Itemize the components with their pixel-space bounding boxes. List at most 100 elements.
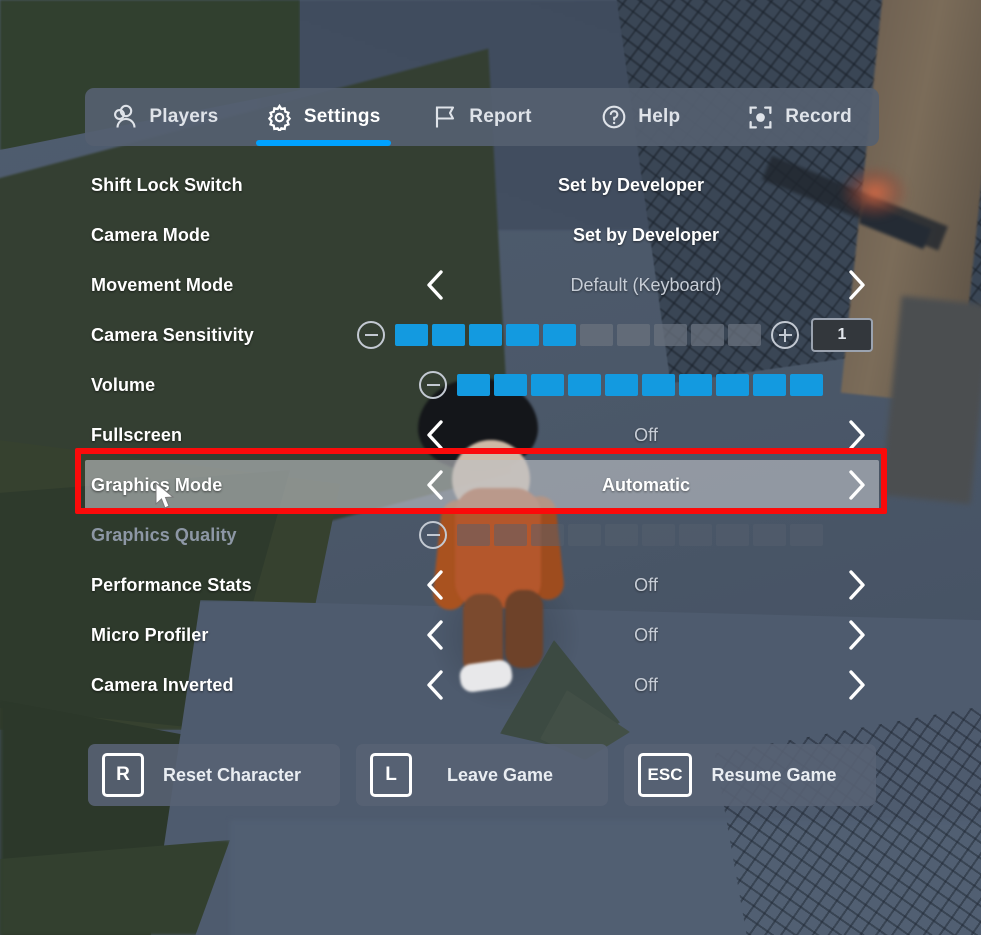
slider-step[interactable] bbox=[654, 324, 687, 346]
active-tab-indicator bbox=[255, 140, 391, 146]
game-screen: Players Settings Report Help Record Shif… bbox=[0, 0, 981, 935]
setting-label: Shift Lock Switch bbox=[91, 174, 243, 195]
previous-option-arrow[interactable] bbox=[419, 418, 453, 452]
tab-label: Players bbox=[149, 106, 219, 127]
slider-step[interactable] bbox=[395, 324, 428, 346]
slider-step[interactable] bbox=[432, 324, 465, 346]
slider-step[interactable] bbox=[605, 374, 638, 396]
previous-option-arrow[interactable] bbox=[419, 568, 453, 602]
slider-step[interactable] bbox=[617, 324, 650, 346]
slider-step[interactable] bbox=[716, 524, 749, 546]
menu-action-bar: R Reset Character L Leave Game ESC Resume Gam… bbox=[85, 744, 879, 806]
slider-step[interactable] bbox=[753, 524, 786, 546]
setting-control: Off bbox=[419, 560, 873, 610]
slider-step[interactable] bbox=[506, 324, 539, 346]
slider-step[interactable] bbox=[543, 324, 576, 346]
setting-label: Volume bbox=[91, 374, 156, 395]
tab-label: Help bbox=[638, 106, 681, 127]
settings-menu: Players Settings Report Help Record Shif… bbox=[85, 88, 879, 806]
setting-label: Movement Mode bbox=[91, 274, 234, 295]
setting-row-movement-mode[interactable]: Movement Mode Default (Keyboard) bbox=[85, 260, 879, 310]
action-label: Reset Character bbox=[162, 764, 302, 785]
tab-help[interactable]: Help bbox=[561, 88, 720, 146]
slider-step[interactable] bbox=[716, 374, 749, 396]
setting-row-fullscreen[interactable]: Fullscreen Off bbox=[85, 410, 879, 460]
setting-control: Automatic bbox=[419, 460, 873, 510]
next-option-arrow[interactable] bbox=[839, 468, 873, 502]
reset-character-button[interactable]: R Reset Character bbox=[88, 744, 340, 806]
setting-row-performance-stats[interactable]: Performance Stats Off bbox=[85, 560, 879, 610]
setting-control: Set by Developer bbox=[419, 210, 873, 260]
setting-row-camera-inverted[interactable]: Camera Inverted Off bbox=[85, 660, 879, 710]
tab-settings[interactable]: Settings bbox=[244, 88, 403, 146]
setting-row-graphics-mode[interactable]: Graphics Mode Automatic bbox=[85, 460, 879, 510]
resume-game-button[interactable]: ESC Resume Game bbox=[624, 744, 876, 806]
leave-game-button[interactable]: L Leave Game bbox=[356, 744, 608, 806]
settings-list: Shift Lock Switch Set by Developer Camera … bbox=[85, 160, 879, 710]
slider-step[interactable] bbox=[469, 324, 502, 346]
setting-label: Micro Profiler bbox=[91, 624, 209, 645]
menu-tab-bar: Players Settings Report Help Record bbox=[85, 88, 879, 146]
setting-row-camera-sensitivity[interactable]: Camera Sensitivity 1 bbox=[85, 310, 879, 360]
setting-row-graphics-quality: Graphics Quality bbox=[85, 510, 879, 560]
slider-step[interactable] bbox=[691, 324, 724, 346]
next-option-arrow[interactable] bbox=[839, 568, 873, 602]
setting-value: Off bbox=[634, 624, 658, 645]
decrease-button[interactable] bbox=[357, 321, 385, 349]
setting-row-shift-lock-switch[interactable]: Shift Lock Switch Set by Developer bbox=[85, 160, 879, 210]
slider-step[interactable] bbox=[728, 324, 761, 346]
slider-step[interactable] bbox=[531, 374, 564, 396]
next-option-arrow[interactable] bbox=[839, 418, 873, 452]
keycap-r: R bbox=[102, 753, 144, 797]
setting-control: Default (Keyboard) bbox=[419, 260, 873, 310]
slider-step[interactable] bbox=[494, 524, 527, 546]
slider-step[interactable] bbox=[605, 524, 638, 546]
gear-icon bbox=[266, 103, 293, 131]
tab-record[interactable]: Record bbox=[720, 88, 879, 146]
setting-value: Default (Keyboard) bbox=[570, 274, 722, 295]
setting-value-input[interactable]: 1 bbox=[811, 318, 873, 352]
setting-control bbox=[419, 510, 873, 560]
decrease-button[interactable] bbox=[419, 371, 447, 399]
previous-option-arrow[interactable] bbox=[419, 618, 453, 652]
slider-step[interactable] bbox=[679, 374, 712, 396]
next-option-arrow[interactable] bbox=[839, 668, 873, 702]
question-circle-icon bbox=[601, 104, 627, 130]
next-option-arrow[interactable] bbox=[839, 268, 873, 302]
setting-value: Off bbox=[634, 674, 658, 695]
slider-step[interactable] bbox=[679, 524, 712, 546]
setting-row-camera-mode[interactable]: Camera Mode Set by Developer bbox=[85, 210, 879, 260]
slider-step[interactable] bbox=[642, 374, 675, 396]
slider-step[interactable] bbox=[580, 324, 613, 346]
keycap-l: L bbox=[370, 753, 412, 797]
setting-label: Performance Stats bbox=[91, 574, 252, 595]
slider-step[interactable] bbox=[790, 524, 823, 546]
slider-step[interactable] bbox=[531, 524, 564, 546]
tab-label: Record bbox=[785, 106, 852, 127]
slider-step[interactable] bbox=[568, 374, 601, 396]
slider-step[interactable] bbox=[494, 374, 527, 396]
tab-players[interactable]: Players bbox=[85, 88, 244, 146]
slider-step[interactable] bbox=[457, 524, 490, 546]
slider-step[interactable] bbox=[790, 374, 823, 396]
tab-label: Settings bbox=[303, 106, 381, 127]
decrease-button bbox=[419, 521, 447, 549]
setting-row-micro-profiler[interactable]: Micro Profiler Off bbox=[85, 610, 879, 660]
next-option-arrow[interactable] bbox=[839, 618, 873, 652]
previous-option-arrow[interactable] bbox=[419, 268, 453, 302]
slider-step[interactable] bbox=[457, 374, 490, 396]
slider-track[interactable] bbox=[457, 524, 823, 546]
action-label: Leave Game bbox=[446, 764, 554, 785]
setting-control: Set by Developer bbox=[419, 160, 873, 210]
previous-option-arrow[interactable] bbox=[419, 668, 453, 702]
slider-track[interactable] bbox=[395, 324, 761, 346]
setting-row-volume[interactable]: Volume bbox=[85, 360, 879, 410]
tab-report[interactable]: Report bbox=[403, 88, 562, 146]
slider-step[interactable] bbox=[568, 524, 601, 546]
increase-button[interactable] bbox=[771, 321, 799, 349]
previous-option-arrow[interactable] bbox=[419, 468, 453, 502]
slider-step[interactable] bbox=[753, 374, 786, 396]
slider-step[interactable] bbox=[642, 524, 675, 546]
slider-track[interactable] bbox=[457, 374, 823, 396]
setting-control bbox=[419, 360, 873, 410]
